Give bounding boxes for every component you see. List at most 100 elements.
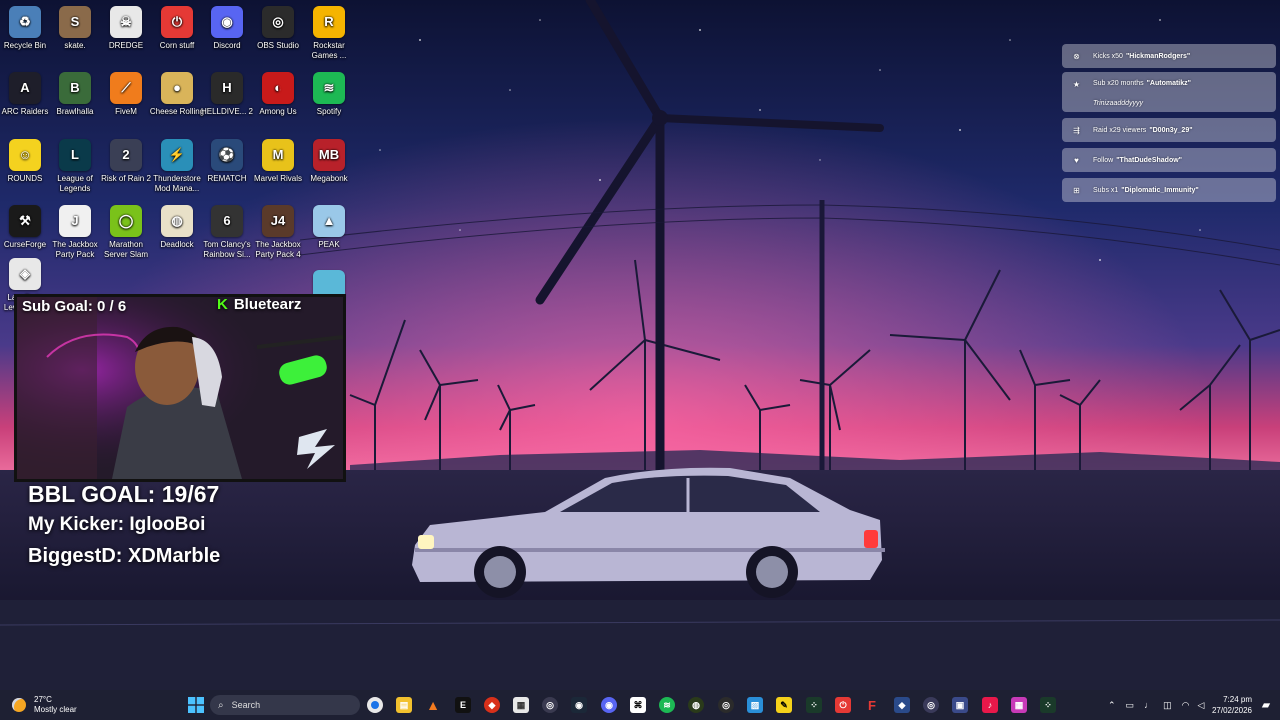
deadlock-icon: ◍ bbox=[161, 205, 193, 237]
app-taskbar-icon-6[interactable]: ◆ bbox=[894, 697, 910, 713]
desktop-icon[interactable]: ⚒ CurseForge bbox=[0, 205, 53, 250]
desktop-icon[interactable]: R Rockstar Games ... bbox=[301, 6, 357, 61]
desktop-icon[interactable]: ☠ DREDGE bbox=[98, 6, 154, 51]
app-taskbar-icon-10[interactable]: ⁘ bbox=[1040, 697, 1056, 713]
clock[interactable]: 7:24 pm 27/02/2026 bbox=[1206, 694, 1252, 716]
desktop-icon[interactable]: ◎ OBS Studio bbox=[250, 6, 306, 51]
app-taskbar-icon-5[interactable]: ⏻ bbox=[835, 697, 851, 713]
desktop-icon[interactable]: A ARC Raiders bbox=[0, 72, 53, 117]
desktop-icon-label: Recycle Bin bbox=[3, 41, 47, 50]
kick-alert-icon: ⊗ bbox=[1073, 51, 1080, 61]
peak-icon: ▲ bbox=[313, 205, 345, 237]
desktop-icon[interactable]: ⚡ Thunderstore Mod Mana... bbox=[149, 139, 205, 194]
desktop-icon-label: REMATCH bbox=[207, 174, 247, 183]
app-taskbar-icon-3[interactable]: ◍ bbox=[688, 697, 704, 713]
weather-widget[interactable]: 27°C Mostly clear bbox=[12, 690, 77, 720]
desktop-icon[interactable]: ● Cheese Rolling bbox=[149, 72, 205, 117]
epic-games-taskbar-icon[interactable]: E bbox=[455, 697, 471, 713]
cheese-rolling-icon: ● bbox=[161, 72, 193, 104]
desktop-icon-label: HELLDIVE... 2 bbox=[200, 107, 254, 116]
discord-taskbar-icon[interactable]: ◉ bbox=[601, 697, 617, 713]
desktop-icon-label: FiveM bbox=[115, 107, 137, 116]
keyboard-icon[interactable]: ▭ bbox=[1126, 700, 1135, 711]
windows-logo-icon bbox=[188, 697, 204, 713]
faceit-taskbar-icon[interactable]: F bbox=[864, 697, 880, 713]
chevron-up-icon[interactable]: ⌃ bbox=[1108, 700, 1116, 711]
desktop-icon-label: League of Legends bbox=[57, 174, 93, 193]
desktop-icon[interactable]: ⟋ FiveM bbox=[98, 72, 154, 117]
wifi-icon[interactable]: ◠ bbox=[1182, 700, 1190, 711]
microphone-icon[interactable]: ♩ bbox=[1144, 700, 1153, 710]
desktop-icon[interactable]: 2 Risk of Rain 2 bbox=[98, 139, 154, 184]
recycle-bin-icon: ♻ bbox=[9, 6, 41, 38]
megabonk-icon: MB bbox=[313, 139, 345, 171]
system-tray: ⌃ ▭ ♩ ◫ ◠ ◁ bbox=[1108, 690, 1204, 720]
steam-taskbar-icon[interactable]: ◉ bbox=[571, 697, 587, 713]
desktop-icon-label: Spotify bbox=[316, 107, 342, 116]
alert-message: Trinizaadddyyyy bbox=[1093, 100, 1144, 107]
desktop-icon[interactable]: ▲ PEAK bbox=[301, 205, 357, 250]
sticky-notes-taskbar-icon[interactable]: ✎ bbox=[776, 697, 792, 713]
desktop-icon[interactable]: ◯ Marathon Server Slam bbox=[98, 205, 154, 260]
clock-date: 27/02/2026 bbox=[1211, 706, 1252, 715]
desktop-icon-label: The Jackbox Party Pack 4 bbox=[255, 240, 301, 259]
desktop-icon[interactable]: J The Jackbox Party Pack bbox=[47, 205, 103, 260]
vlc-taskbar-icon[interactable]: ▲ bbox=[425, 697, 441, 713]
desktop-icon[interactable]: B Brawlhalla bbox=[47, 72, 103, 117]
obs-taskbar-icon[interactable]: ◎ bbox=[718, 697, 734, 713]
app-tray-icon[interactable]: ◫ bbox=[1163, 700, 1172, 711]
desktop-icon[interactable]: ⚽ REMATCH bbox=[199, 139, 255, 184]
desktop-icon-label: Megabonk bbox=[310, 174, 348, 183]
chrome-taskbar-icon[interactable] bbox=[367, 697, 383, 713]
desktop-icon[interactable]: H HELLDIVE... 2 bbox=[199, 72, 255, 117]
notification-bell-icon[interactable]: ▰ bbox=[1258, 697, 1274, 713]
file-explorer-taskbar-icon[interactable]: ▤ bbox=[396, 697, 412, 713]
desktop-icon[interactable]: 6 Tom Clancy's Rainbow Si... bbox=[199, 205, 255, 260]
desktop-icon[interactable]: ≋ Spotify bbox=[301, 72, 357, 117]
volume-icon[interactable]: ◁ bbox=[1197, 700, 1204, 711]
weather-temp: 27°C bbox=[34, 695, 52, 704]
desktop-icon[interactable]: ◉ Discord bbox=[199, 6, 255, 51]
alert-username: "D00n3y_29" bbox=[1149, 126, 1193, 134]
desktop-icon[interactable]: ☺ ROUNDS bbox=[0, 139, 53, 184]
desktop-icon[interactable]: ♻ Recycle Bin bbox=[0, 6, 53, 51]
jackbox-party-pack-4-icon: J4 bbox=[262, 205, 294, 237]
brave-taskbar-icon[interactable]: ◆ bbox=[484, 697, 500, 713]
search-icon: ⌕ bbox=[218, 699, 224, 711]
start-button[interactable] bbox=[188, 697, 204, 713]
clock-time: 7:24 pm bbox=[1223, 695, 1252, 704]
desktop-icon[interactable]: M Marvel Rivals bbox=[250, 139, 306, 184]
partly-cloudy-icon bbox=[12, 698, 26, 712]
taskbar-search-box[interactable]: ⌕ Search bbox=[210, 695, 360, 715]
app-taskbar-icon-9[interactable]: ▦ bbox=[1011, 697, 1027, 713]
alert-text: Follow bbox=[1093, 156, 1114, 164]
tiktok-taskbar-icon[interactable]: ♪ bbox=[982, 697, 998, 713]
desktop-icon[interactable]: MB Megabonk bbox=[301, 139, 357, 184]
desktop-icon[interactable]: L League of Legends bbox=[47, 139, 103, 194]
desktop-icon[interactable]: ◍ Deadlock bbox=[149, 205, 205, 250]
desktop-icon-label: skate. bbox=[64, 41, 86, 50]
app-taskbar-icon-8[interactable]: ▣ bbox=[952, 697, 968, 713]
alert-text: Kicks x50 bbox=[1093, 52, 1123, 60]
app-taskbar-icon-7[interactable]: ◎ bbox=[923, 697, 939, 713]
desktop-icon-label: Rockstar Games ... bbox=[311, 41, 347, 60]
desktop-icon[interactable]: ◐ Among Us bbox=[250, 72, 306, 117]
capcut-taskbar-icon[interactable]: ⌘ bbox=[630, 697, 646, 713]
channel-brand: K Bluetearz bbox=[217, 296, 301, 313]
spotify-taskbar-icon[interactable]: ≋ bbox=[659, 697, 675, 713]
app-taskbar-icon-4[interactable]: ⁘ bbox=[806, 697, 822, 713]
alert-text: Subs x1 bbox=[1093, 186, 1119, 194]
desktop-icon[interactable]: ⏻ Corn stuff bbox=[149, 6, 205, 51]
rockstar-games-icon: R bbox=[313, 6, 345, 38]
corn-stuff-icon: ⏻ bbox=[161, 6, 193, 38]
star-alert-icon: ★ bbox=[1072, 80, 1081, 89]
desktop-icon[interactable]: J4 The Jackbox Party Pack 4 bbox=[250, 205, 306, 260]
photos-taskbar-icon[interactable]: ▨ bbox=[747, 697, 763, 713]
rounds-icon: ☺ bbox=[9, 139, 41, 171]
alert-text: Sub x20 months bbox=[1093, 80, 1144, 87]
alert-item: ★ Sub x20 months "Automatikz" Trinizaadddyy… bbox=[1062, 72, 1276, 112]
desktop-icon[interactable]: Sskate. bbox=[47, 6, 103, 51]
app-taskbar-icon-1[interactable]: ▦ bbox=[513, 697, 529, 713]
app-taskbar-icon-2[interactable]: ◎ bbox=[542, 697, 558, 713]
desktop-icon-label: Discord bbox=[213, 41, 241, 50]
